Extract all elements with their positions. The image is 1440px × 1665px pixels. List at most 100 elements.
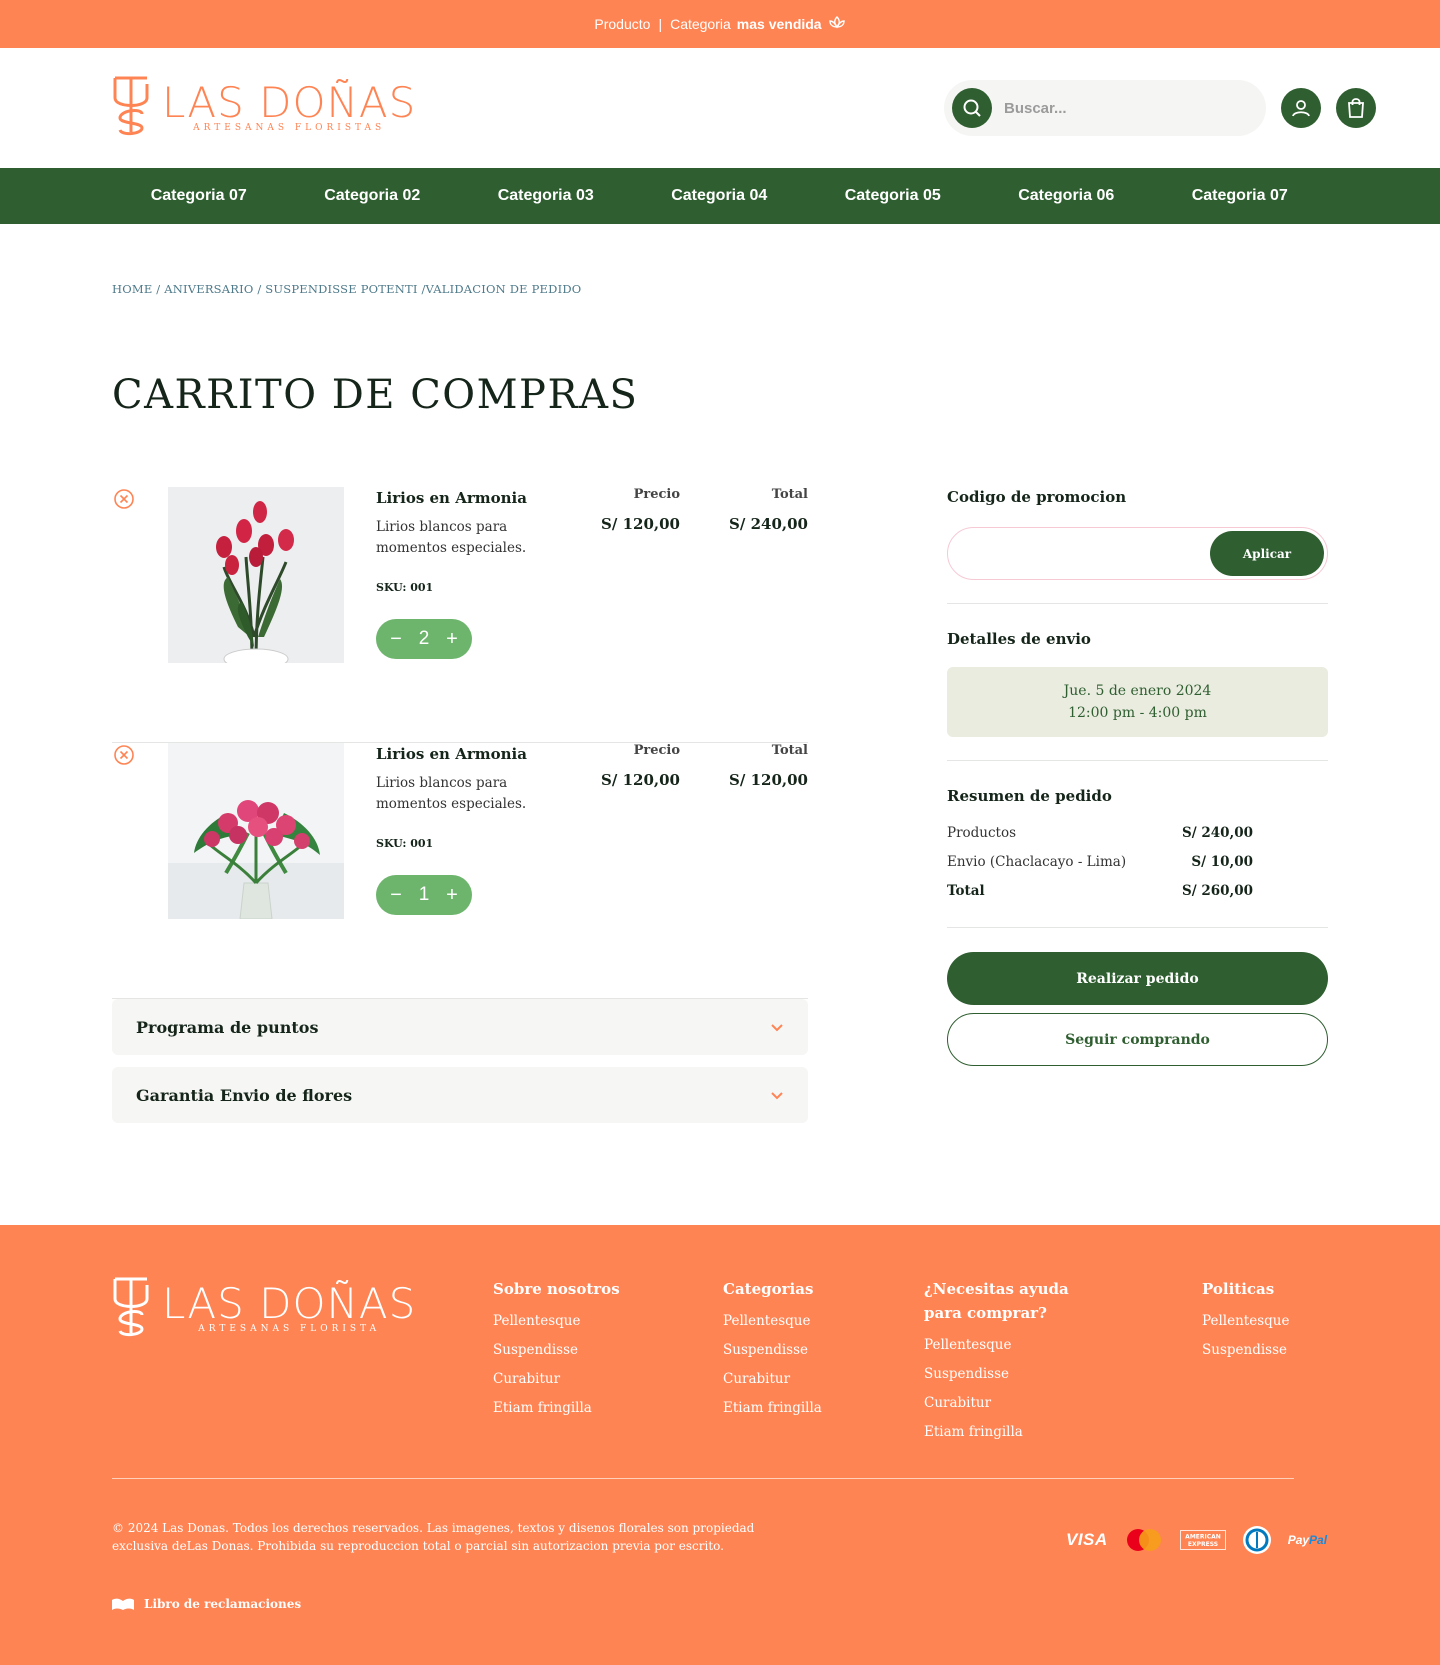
announcement-bar: Producto | Categoria mas vendida [0,0,1440,48]
unit-price: S/ 120,00 [601,515,680,533]
product-sku: SKU: 001 [376,581,434,594]
svg-text:EXPRESS: EXPRESS [1188,1541,1218,1548]
complaints-label: Libro de reclamaciones [144,1597,302,1611]
footer-link[interactable]: Pellentesque [493,1307,620,1336]
accordion-title: Programa de puntos [136,1017,319,1037]
footer-column-help: ¿Necesitas ayuda para comprar? Pellentes… [924,1277,1094,1447]
footer-column-categories: Categorias Pellentesque Suspendisse Cura… [723,1277,822,1423]
divider [947,760,1328,761]
summary-value: S/ 240,00 [1181,825,1253,841]
nav-item-category-07-b[interactable]: Categoria 07 [1153,187,1327,205]
footer-link[interactable]: Etiam fringilla [723,1394,822,1423]
footer-column-title: Sobre nosotros [493,1280,620,1298]
summary-label: Total [947,883,985,899]
divider [947,603,1328,604]
product-sku: SKU: 001 [376,837,434,850]
brand-name: LAS DOÑAS [162,78,417,127]
footer-link[interactable]: Suspendisse [723,1336,822,1365]
total-header: Total [771,743,808,758]
mastercard-icon [1126,1529,1161,1551]
line-total: S/ 120,00 [729,771,808,789]
footer-link[interactable]: Pellentesque [723,1307,822,1336]
complaints-book-link[interactable]: Libro de reclamaciones [112,1597,301,1611]
product-description: Lirios blancos para momentos especiales. [376,775,527,812]
nav-item-category-04[interactable]: Categoria 04 [633,187,807,205]
search-input[interactable] [1004,80,1254,136]
product-name[interactable]: Lirios en Armonia [376,489,527,507]
site-header: LAS DOÑAS ARTESANAS FLORISTAS [0,48,1440,168]
promo-code-input[interactable] [968,528,1198,579]
divider [947,927,1328,928]
footer-link[interactable]: Pellentesque [1202,1307,1289,1336]
increase-quantity-button[interactable]: + [444,629,460,649]
cart-item: Lirios en Armonia Lirios blancos para mo… [112,487,808,743]
footer-link[interactable]: Pellentesque [924,1331,1094,1360]
decrease-quantity-button[interactable]: − [388,629,404,649]
product-image[interactable] [168,743,344,919]
shipping-time: 12:00 pm - 4:00 pm [1068,705,1207,721]
nav-item-category-06[interactable]: Categoria 06 [980,187,1154,205]
account-button[interactable] [1281,88,1321,128]
site-footer: LAS DOÑAS ARTESANAS FLORISTA Sobre nosot… [0,1225,1440,1665]
price-header: Precio [633,743,680,758]
announcement-highlight: mas vendida [736,16,822,32]
continue-shopping-button[interactable]: Seguir comprando [947,1013,1328,1066]
footer-link[interactable]: Etiam fringilla [493,1394,620,1423]
product-name[interactable]: Lirios en Armonia [376,745,527,763]
product-image[interactable] [168,487,344,663]
footer-link[interactable]: Etiam fringilla [924,1418,1094,1447]
footer-column-title: Categorias [723,1280,814,1298]
nav-item-category-03[interactable]: Categoria 03 [459,187,633,205]
nav-item-category-02[interactable]: Categoria 02 [286,187,460,205]
brand-logo[interactable]: LAS DOÑAS ARTESANAS FLORISTAS [112,74,416,140]
quantity-stepper: − 1 + [376,875,472,915]
search-button[interactable] [952,88,992,128]
shopping-bag-icon [1348,98,1364,118]
diners-club-icon [1242,1526,1271,1554]
announcement-product: Producto [594,16,651,32]
remove-item-icon[interactable] [114,489,134,509]
breadcrumb[interactable]: HOME / ANIVERSARIO / SUSPENDISSE POTENTI… [112,282,581,296]
accordion-shipping-guarantee[interactable]: Garantia Envio de flores [112,1067,808,1123]
announcement-separator: | [658,16,663,32]
footer-link[interactable]: Curabitur [723,1365,822,1394]
footer-logo[interactable]: LAS DOÑAS ARTESANAS FLORISTA [112,1275,416,1341]
page-title: CARRITO DE COMPRAS [112,372,639,418]
nav-item-category-07[interactable]: Categoria 07 [112,187,286,205]
checkout-button[interactable]: Realizar pedido [947,952,1328,1005]
accordion-points-program[interactable]: Programa de puntos [112,999,808,1055]
paypal-icon: PayPal [1287,1533,1328,1547]
cart-button[interactable] [1336,88,1376,128]
remove-item-icon[interactable] [114,745,134,765]
footer-column-title: Politicas [1202,1280,1275,1298]
line-total: S/ 240,00 [729,515,808,533]
quantity-value: 1 [418,884,430,905]
logo-mark-icon [113,76,149,136]
footer-link[interactable]: Suspendisse [924,1360,1094,1389]
chevron-down-icon [771,1092,783,1100]
footer-column-policies: Politicas Pellentesque Suspendisse [1202,1277,1289,1365]
payment-methods: VISA AMERICAN EXPRESS PayPal [1066,1525,1327,1555]
footer-link[interactable]: Curabitur [493,1365,620,1394]
increase-quantity-button[interactable]: + [444,885,460,905]
copyright-text: © 2024 Las Donas. Todos los derechos res… [112,1521,755,1553]
footer-divider [112,1478,1294,1479]
summary-total-row: Total S/ 260,00 [947,883,1253,899]
apply-promo-button[interactable]: Aplicar [1210,531,1324,576]
chevron-down-icon [771,1024,783,1032]
product-description: Lirios blancos para momentos especiales. [376,519,527,556]
brand-name: LAS DOÑAS [162,1279,417,1328]
footer-link[interactable]: Curabitur [924,1389,1094,1418]
decrease-quantity-button[interactable]: − [388,885,404,905]
total-header: Total [771,487,808,502]
summary-shipping-row: Envio (Chaclacayo - Lima) S/ 10,00 [947,854,1253,870]
shipping-title: Detalles de envio [947,630,1091,648]
lotus-icon [828,15,846,34]
summary-title: Resumen de pedido [947,787,1112,805]
footer-link[interactable]: Suspendisse [1202,1336,1289,1365]
footer-column-title: ¿Necesitas ayuda para comprar? [924,1280,1069,1322]
promo-code-field: Aplicar [947,527,1328,580]
footer-column-about: Sobre nosotros Pellentesque Suspendisse … [493,1277,620,1423]
footer-link[interactable]: Suspendisse [493,1336,620,1365]
nav-item-category-05[interactable]: Categoria 05 [806,187,980,205]
